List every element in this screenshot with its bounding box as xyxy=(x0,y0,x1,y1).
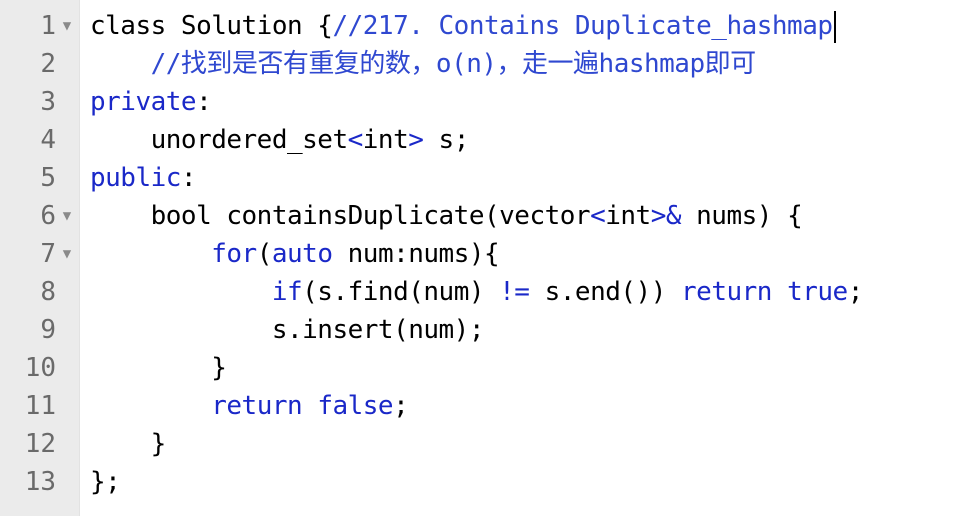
line-number: 12 xyxy=(24,429,56,459)
code-line[interactable]: 8 if(s.find(num) != s.end()) return true… xyxy=(0,273,980,311)
plain-token: : xyxy=(180,163,197,193)
keyword-token: private xyxy=(90,87,197,117)
code-line[interactable]: 7 ▼ for(auto num:nums){ xyxy=(0,235,980,273)
keyword-token: if xyxy=(271,277,303,307)
line-number: 7 xyxy=(40,239,56,269)
keyword-token: false xyxy=(317,391,394,421)
plain-token: nums) { xyxy=(681,201,803,231)
keyword-token: auto xyxy=(271,239,333,269)
comment-token: //217. Contains Duplicate_hashmap xyxy=(332,11,833,41)
code-line[interactable]: 6 ▼ bool containsDuplicate(vector<int>& n… xyxy=(0,197,980,235)
code-text: //找到是否有重复的数，o(n)，走一遍hashmap即可 xyxy=(90,45,757,83)
line-number: 8 xyxy=(40,277,56,307)
code-text: } xyxy=(90,425,167,463)
keyword-token: public xyxy=(90,163,181,193)
fold-arrow-icon[interactable]: ▼ xyxy=(60,197,74,235)
code-text: return false; xyxy=(90,387,409,425)
plain-token: num:nums){ xyxy=(332,239,500,269)
code-line[interactable]: 2 //找到是否有重复的数，o(n)，走一遍hashmap即可 xyxy=(0,45,980,83)
line-number: 11 xyxy=(24,391,56,421)
operator-token: < xyxy=(590,201,606,231)
plain-token: ; xyxy=(847,277,864,307)
plain-token: s; xyxy=(423,125,470,155)
plain-token: } xyxy=(90,429,167,459)
code-text: s.insert(num); xyxy=(90,311,485,349)
keyword-token: return xyxy=(211,391,303,421)
keyword-token: return xyxy=(681,277,772,307)
code-text: private: xyxy=(90,83,212,121)
plain-token: : xyxy=(196,87,212,117)
line-number: 13 xyxy=(24,467,56,497)
plain-token: } xyxy=(90,353,227,383)
plain-token: unordered_set xyxy=(90,125,348,155)
code-line[interactable]: 10 } xyxy=(0,349,980,387)
code-text: bool containsDuplicate(vector<int>& nums… xyxy=(90,197,803,235)
comment-token: //找到是否有重复的数，o(n)，走一遍hashmap即可 xyxy=(150,49,757,79)
code-line[interactable]: 9 s.insert(num); xyxy=(0,311,980,349)
code-line[interactable]: 1 ▼ class Solution {//217. Contains Duplic… xyxy=(0,7,980,45)
operator-token: != xyxy=(499,277,530,307)
code-line[interactable]: 11 return false; xyxy=(0,387,980,425)
operator-token: > xyxy=(408,125,424,155)
plain-token: }; xyxy=(90,467,121,497)
code-line[interactable]: 13}; xyxy=(0,463,980,501)
code-text: for(auto num:nums){ xyxy=(90,235,499,273)
plain-token: ; xyxy=(393,391,409,421)
plain-token: s.end()) xyxy=(529,277,682,307)
code-line[interactable]: 5 public: xyxy=(0,159,980,197)
plain-token: (s.find(num) xyxy=(302,277,500,307)
line-number: 6 xyxy=(40,201,56,231)
text-cursor xyxy=(833,10,836,43)
fold-arrow-icon[interactable]: ▼ xyxy=(60,235,74,273)
line-number: 9 xyxy=(40,315,56,345)
code-text: unordered_set<int> s; xyxy=(90,121,470,159)
code-line[interactable]: 4 unordered_set<int> s; xyxy=(0,121,980,159)
code-text: public: xyxy=(90,159,197,197)
code-text: if(s.find(num) != s.end()) return true; xyxy=(90,273,864,311)
plain-token: bool containsDuplicate(vector xyxy=(90,201,591,231)
keyword-token: for xyxy=(211,239,257,269)
code-text: } xyxy=(90,349,227,387)
plain-token: int xyxy=(605,201,651,231)
code-line[interactable]: 3 private: xyxy=(0,83,980,121)
code-line[interactable]: 12 } xyxy=(0,425,980,463)
code-editor[interactable]: 1 ▼ class Solution {//217. Contains Duplic… xyxy=(0,0,980,516)
code-text: class Solution {//217. Contains Duplicat… xyxy=(90,7,836,45)
operator-token: >& xyxy=(650,201,682,231)
code-text: }; xyxy=(90,463,121,501)
line-number: 3 xyxy=(40,87,56,117)
line-number: 2 xyxy=(40,49,56,79)
line-number: 10 xyxy=(24,353,56,383)
fold-arrow-icon[interactable]: ▼ xyxy=(60,7,74,45)
line-number: 4 xyxy=(40,125,56,155)
plain-token: ( xyxy=(256,239,273,269)
plain-token: class Solution { xyxy=(90,11,333,41)
keyword-token: true xyxy=(787,277,848,307)
plain-token: int xyxy=(362,125,409,155)
line-number: 5 xyxy=(40,163,56,193)
plain-token: s.insert(num); xyxy=(90,315,485,345)
operator-token: < xyxy=(347,125,364,155)
line-number: 1 xyxy=(40,11,56,41)
